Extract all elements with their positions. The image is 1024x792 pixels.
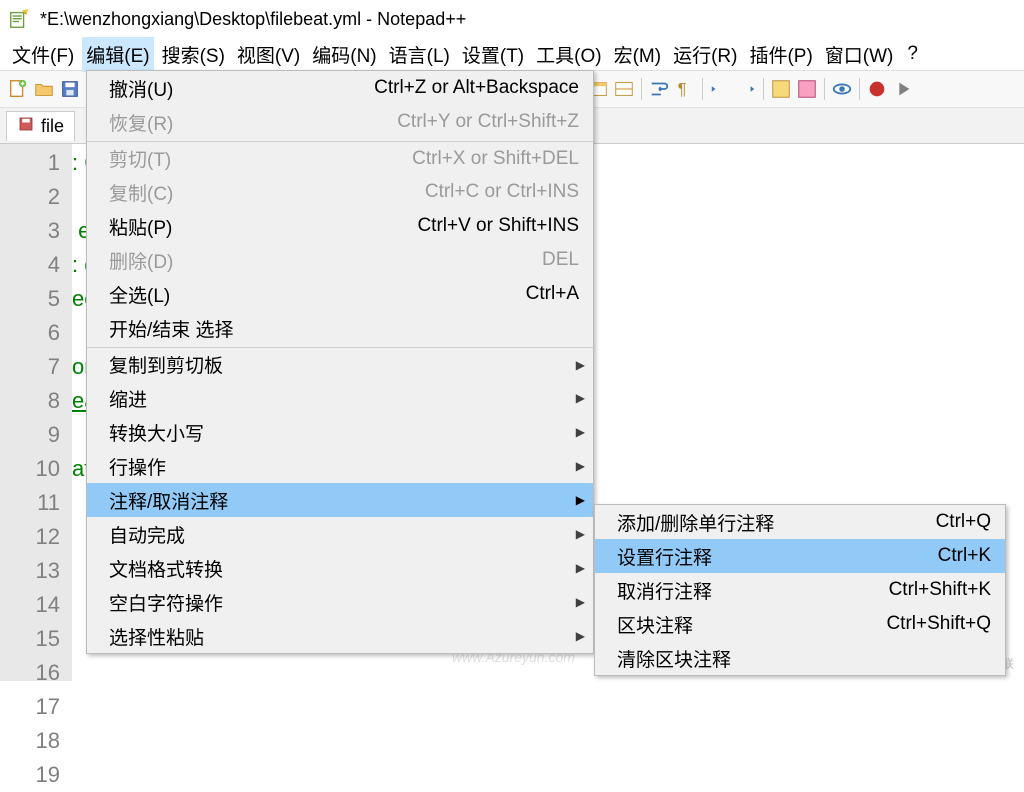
tab-label: file xyxy=(41,116,64,137)
comment-menu-item[interactable]: 区块注释Ctrl+Shift+Q xyxy=(595,607,1005,641)
menu-encoding[interactable]: 编码(N) xyxy=(308,37,380,72)
menu-view[interactable]: 视图(V) xyxy=(233,37,304,72)
edit-menu-item[interactable]: 粘贴(P)Ctrl+V or Shift+INS xyxy=(87,209,593,243)
comment-submenu: 添加/删除单行注释Ctrl+Q设置行注释Ctrl+K取消行注释Ctrl+Shif… xyxy=(594,504,1006,676)
play-icon[interactable] xyxy=(891,77,915,101)
paragraph-icon[interactable]: ¶ xyxy=(673,77,697,101)
menu-search[interactable]: 搜索(S) xyxy=(158,37,229,72)
doc-map-icon[interactable] xyxy=(795,77,819,101)
menu-edit[interactable]: 编辑(E) xyxy=(82,37,153,72)
app-icon xyxy=(8,8,30,30)
toolbar-divider xyxy=(641,78,642,100)
edit-menu-item[interactable]: 行操作▶ xyxy=(87,449,593,483)
wrap-icon[interactable] xyxy=(647,77,671,101)
edit-menu-item[interactable]: 开始/结束 选择 xyxy=(87,311,593,345)
function-icon[interactable] xyxy=(769,77,793,101)
menubar: 文件(F) 编辑(E) 搜索(S) 视图(V) 编码(N) 语言(L) 设置(T… xyxy=(0,38,1024,70)
edit-menu-item[interactable]: 空白字符操作▶ xyxy=(87,585,593,619)
open-file-icon[interactable] xyxy=(32,77,56,101)
edit-menu-item: 恢复(R)Ctrl+Y or Ctrl+Shift+Z xyxy=(87,105,593,139)
edit-menu-item[interactable]: 选择性粘贴▶ xyxy=(87,619,593,653)
comment-menu-item[interactable]: 清除区块注释 xyxy=(595,641,1005,675)
menu-tools[interactable]: 工具(O) xyxy=(532,37,605,72)
save-icon[interactable] xyxy=(58,77,82,101)
menu-settings[interactable]: 设置(T) xyxy=(458,37,528,72)
edit-menu-item: 剪切(T)Ctrl+X or Shift+DEL xyxy=(87,141,593,175)
toolbar-divider-3 xyxy=(763,78,764,100)
monitor-icon[interactable] xyxy=(830,77,854,101)
edit-dropdown: 撤消(U)Ctrl+Z or Alt+Backspace恢复(R)Ctrl+Y … xyxy=(86,70,594,654)
menu-window[interactable]: 窗口(W) xyxy=(821,37,898,72)
indent-right-icon[interactable] xyxy=(734,77,758,101)
edit-menu-item[interactable]: 全选(L)Ctrl+A xyxy=(87,277,593,311)
toolbar-divider-2 xyxy=(702,78,703,100)
record-icon[interactable] xyxy=(865,77,889,101)
menu-plugins[interactable]: 插件(P) xyxy=(745,37,816,72)
edit-menu-item[interactable]: 自动完成▶ xyxy=(87,517,593,551)
indent-left-icon[interactable] xyxy=(708,77,732,101)
menu-macro[interactable]: 宏(M) xyxy=(610,37,665,72)
edit-menu-item: 复制(C)Ctrl+C or Ctrl+INS xyxy=(87,175,593,209)
line-number-gutter: 12345678910111213141516171819 xyxy=(0,144,72,681)
toolbar-divider-4 xyxy=(824,78,825,100)
menu-language[interactable]: 语言(L) xyxy=(385,37,454,72)
titlebar: *E:\wenzhongxiang\Desktop\filebeat.yml -… xyxy=(0,0,1024,38)
edit-menu-item[interactable]: 撤消(U)Ctrl+Z or Alt+Backspace xyxy=(87,71,593,105)
edit-menu-item[interactable]: 缩进▶ xyxy=(87,381,593,415)
comment-menu-item[interactable]: 添加/删除单行注释Ctrl+Q xyxy=(595,505,1005,539)
file-tab[interactable]: file xyxy=(6,111,75,141)
menu-help[interactable]: ? xyxy=(903,39,922,69)
toolbar-divider-5 xyxy=(859,78,860,100)
window-title: *E:\wenzhongxiang\Desktop\filebeat.yml -… xyxy=(40,9,466,30)
edit-menu-item: 删除(D)DEL xyxy=(87,243,593,277)
menu-file[interactable]: 文件(F) xyxy=(8,37,78,72)
new-file-icon[interactable] xyxy=(6,77,30,101)
comment-menu-item[interactable]: 取消行注释Ctrl+Shift+K xyxy=(595,573,1005,607)
comment-menu-item[interactable]: 设置行注释Ctrl+K xyxy=(595,539,1005,573)
edit-menu-item[interactable]: 转换大小写▶ xyxy=(87,415,593,449)
edit-menu-item[interactable]: 复制到剪切板▶ xyxy=(87,347,593,381)
menu-run[interactable]: 运行(R) xyxy=(669,37,741,72)
tab-unsaved-icon xyxy=(17,115,35,138)
edit-menu-item[interactable]: 文档格式转换▶ xyxy=(87,551,593,585)
edit-menu-item[interactable]: 注释/取消注释▶ xyxy=(87,483,593,517)
svg-text:¶: ¶ xyxy=(678,81,687,99)
toggle-icon-2[interactable] xyxy=(612,77,636,101)
